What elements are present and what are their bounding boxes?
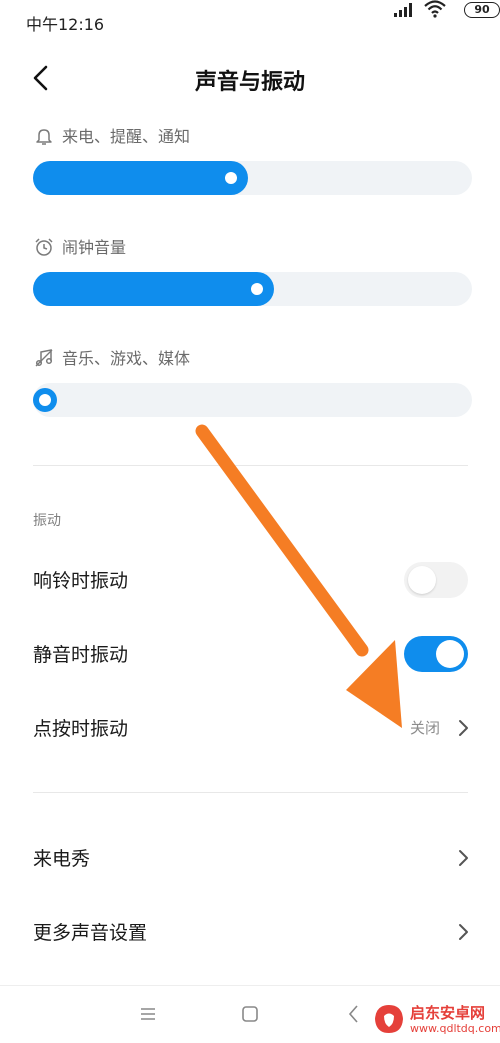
bell-icon (36, 129, 52, 145)
silent-vibrate-row[interactable]: 静音时振动 (0, 624, 500, 684)
ring-volume-text: 来电、提醒、通知 (62, 127, 191, 146)
chevron-right-icon (459, 924, 468, 940)
silent-vibrate-toggle[interactable] (404, 636, 468, 672)
page-title: 声音与振动 (194, 70, 305, 95)
alarm-clock-icon (35, 238, 53, 256)
page-header: 声音与振动 (0, 50, 500, 110)
ring-volume-slider[interactable] (33, 161, 472, 195)
watermark-name: 启东安卓网 (410, 1004, 486, 1022)
divider (33, 792, 468, 793)
status-time: 中午12:16 (26, 15, 105, 34)
slider-fill (33, 272, 274, 306)
more-sound-settings-row[interactable]: 更多声音设置 (0, 902, 500, 962)
media-volume-text: 音乐、游戏、媒体 (62, 349, 191, 368)
watermark-logo-icon (375, 1005, 403, 1033)
site-watermark: 启东安卓网 www.qdltdq.com (370, 1000, 500, 1040)
slider-knob[interactable] (225, 172, 237, 184)
slider-fill (33, 161, 248, 195)
more-sound-settings-label: 更多声音设置 (33, 922, 148, 944)
caller-show-row[interactable]: 来电秀 (0, 828, 500, 888)
wifi-icon (424, 0, 446, 18)
home-icon[interactable] (238, 1002, 262, 1026)
menu-icon[interactable] (136, 1002, 160, 1026)
ring-vibrate-label: 响铃时振动 (33, 570, 129, 592)
alarm-volume-label: 闹钟音量 (34, 237, 126, 259)
watermark-url: www.qdltdq.com (410, 1022, 500, 1035)
caller-show-label: 来电秀 (33, 848, 91, 870)
music-note-icon (35, 349, 53, 367)
status-bar: 中午12:16 90 (0, 0, 500, 44)
chevron-right-icon (459, 850, 468, 866)
touch-vibrate-value: 关闭 (409, 719, 440, 737)
ring-vibrate-row[interactable]: 响铃时振动 (0, 550, 500, 610)
media-volume-slider[interactable] (33, 383, 472, 417)
battery-indicator: 90 (464, 2, 500, 18)
toggle-knob (408, 566, 436, 594)
alarm-volume-text: 闹钟音量 (62, 238, 127, 257)
alarm-volume-slider[interactable] (33, 272, 472, 306)
signal-icon (394, 3, 412, 17)
chevron-right-icon (459, 720, 468, 736)
touch-vibrate-label: 点按时振动 (33, 718, 129, 740)
back-icon[interactable] (342, 1002, 366, 1026)
media-volume-label: 音乐、游戏、媒体 (34, 348, 190, 370)
slider-knob[interactable] (251, 283, 263, 295)
section-title-vibration: 振动 (33, 513, 61, 529)
touch-vibrate-row[interactable]: 点按时振动 关闭 (0, 698, 500, 758)
toggle-knob (436, 640, 464, 668)
ring-volume-label: 来电、提醒、通知 (34, 126, 190, 148)
divider (33, 465, 468, 466)
slider-knob[interactable] (39, 394, 51, 406)
ring-vibrate-toggle[interactable] (404, 562, 468, 598)
silent-vibrate-label: 静音时振动 (33, 644, 129, 666)
